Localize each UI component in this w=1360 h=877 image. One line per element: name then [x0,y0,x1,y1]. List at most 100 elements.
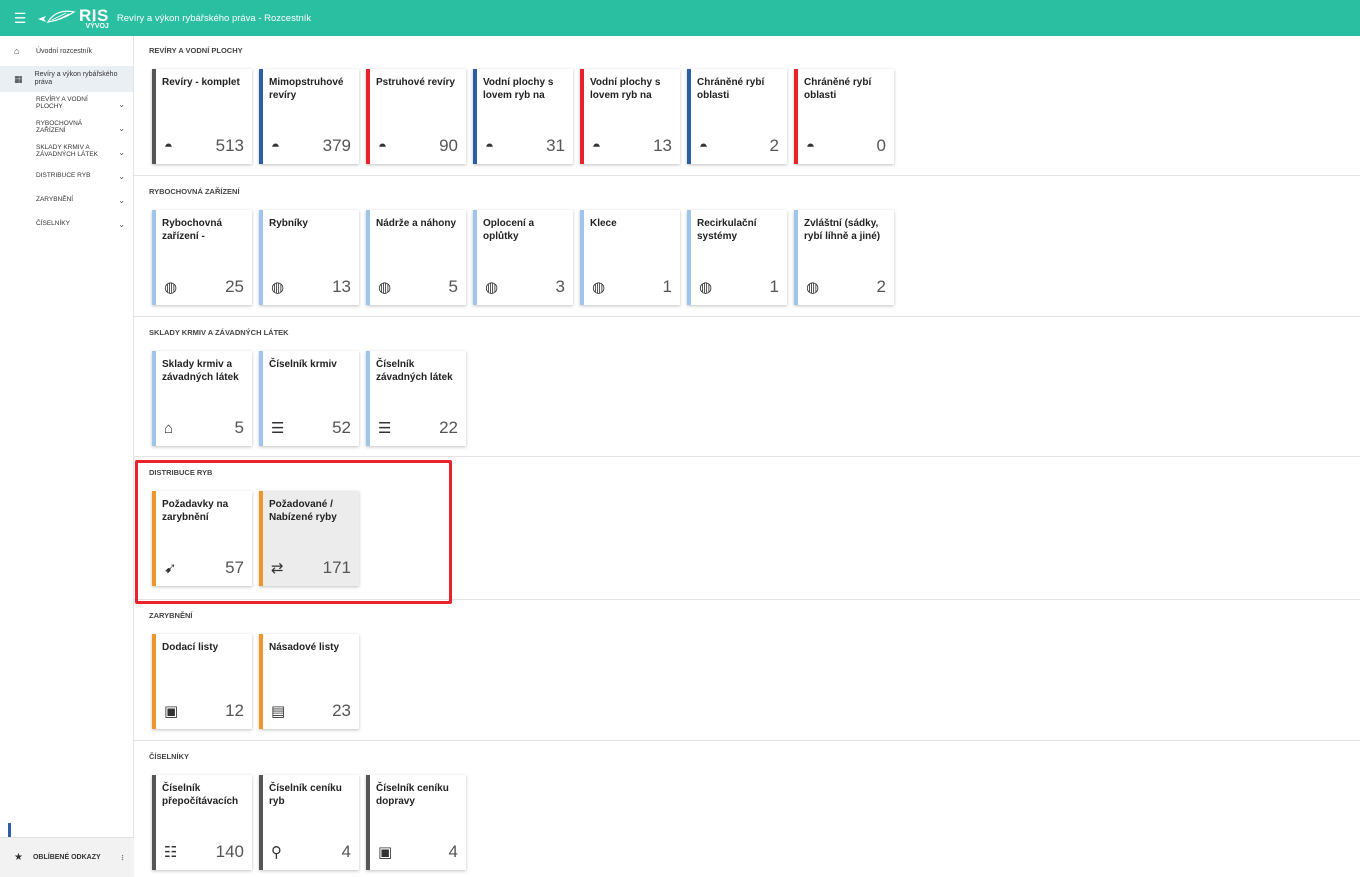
tile-label: Dodací listy [162,642,219,653]
hazard-list-icon: ☰ [378,420,392,437]
sidebar-item-reviry[interactable]: ▦ Revíry a výkon rybářského práva [0,66,133,92]
sidebar-item-section[interactable]: ČÍSELNÍKY ⌄ [0,212,133,236]
sidebar-item-label: ZARYBNĚNÍ [36,195,74,203]
top-bar: ☰ RIS VÝVOJ Revíry a výkon rybářského pr… [0,0,1360,36]
dashboard-tile[interactable]: Rybochovná zařízení - ◍ 25 [152,210,252,305]
favorites-bar[interactable]: ★ OBLÍBENÉ ODKAZY ⋮ [0,837,134,877]
fish-circle-icon: ◍ [378,279,392,296]
dashboard-tile[interactable]: Zvláštní (sádky, rybí líhně a jiné) ◍ 2 [794,210,894,305]
feed-list-icon: ☰ [271,420,285,437]
dashboard-tile[interactable]: Sklady krmiv a závadných látek ⌂ 5 [152,351,252,446]
tile-count: 13 [653,136,672,155]
dashboard-tile[interactable]: Pstruhové revíry ◓ 90 [366,69,466,164]
chevron-down-icon: ⌄ [118,123,125,133]
fish-circle-icon: ◍ [699,279,713,296]
tile-count: 513 [215,136,244,155]
sidebar-item-label: Revíry a výkon rybářského práva [34,71,118,86]
dashboard-tile[interactable]: Chráněné rybí oblasti ◓ 2 [687,69,787,164]
sidebar-item-section[interactable]: REVÍRY A VODNÍ PLOCHY ⌄ [0,92,133,116]
app-logo[interactable]: RIS VÝVOJ [36,7,109,30]
tile-count: 23 [332,701,351,720]
sidebar-item-label: RYBOCHOVNÁ ZAŘÍZENÍ [36,120,83,134]
tile-label: Recirkulační systémy [697,218,757,242]
highlight-box [135,460,452,604]
sidebar-item-section[interactable]: RYBOCHOVNÁ ZAŘÍZENÍ ⌄ [0,116,133,140]
tile-count: 0 [876,136,886,155]
dashboard-tile[interactable]: Číselník ceníku dopravy ▣ 4 [366,775,466,870]
tile-count: 379 [322,136,351,155]
tile-count: 12 [225,701,244,720]
fish-circle-icon: ◍ [592,279,606,296]
favorites-label: OBLÍBENÉ ODKAZY [32,854,101,861]
logo-title: RIS [79,5,109,25]
price-transport-icon: ▣ [378,844,393,861]
section-title: ZARYBNĚNÍ [149,611,193,620]
tile-label: Mimopstruhové revíry [269,77,344,101]
sidebar-item-home[interactable]: ⌂ Úvodní rozcestník [0,36,133,66]
tile-label: Vodní plochy s lovem ryb na [590,77,661,101]
dashboard-tile[interactable]: Recirkulační systémy ◍ 1 [687,210,787,305]
tile-label: Chráněné rybí oblasti [697,77,765,101]
tile-label: Číselník ceníku dopravy [376,783,449,807]
fish-logo-icon [38,10,76,23]
dashboard-tile[interactable]: Vodní plochy s lovem ryb na ◓ 13 [580,69,680,164]
water-icon: ◓ [271,138,281,155]
water-icon: ◓ [592,138,602,155]
chevron-down-icon: ⌄ [118,195,125,205]
dashboard-tile[interactable]: Mimopstruhové revíry ◓ 379 [259,69,359,164]
dashboard-tile[interactable]: Číselník ceníku ryb ⚲ 4 [259,775,359,870]
chevron-down-icon: ⌄ [118,99,125,109]
chevron-down-icon: ⌄ [118,171,125,181]
sidebar-item-section[interactable]: DISTRIBUCE RYB ⌄ [0,164,133,188]
tile-label: Číselník krmiv [269,359,337,370]
sidebar-item-section[interactable]: ZARYBNĚNÍ ⌄ [0,188,133,212]
dashboard-tile[interactable]: Vodní plochy s lovem ryb na ◓ 31 [473,69,573,164]
tile-label: Zvláštní (sádky, rybí líhně a jiné) [804,218,881,242]
dashboard-tile[interactable]: Chráněné rybí oblasti ◓ 0 [794,69,894,164]
sidebar-item-section[interactable]: SKLADY KRMIV A ZÁVADNÝCH LÁTEK ⌄ [0,140,133,164]
more-vertical-icon[interactable]: ⋮ [119,854,126,862]
tile-label: Oplocení a oplůtky [483,218,535,242]
tile-label: Násadové listy [269,642,340,653]
tile-count: 5 [448,277,458,296]
dashboard-tile[interactable]: Číselník závadných látek ☰ 22 [366,351,466,446]
water-icon: ◓ [378,138,388,155]
fish-circle-icon: ◍ [806,279,820,296]
water-icon: ◓ [485,138,495,155]
tile-count: 5 [234,418,244,437]
dashboard-tile[interactable]: Klece ◍ 1 [580,210,680,305]
dashboard-tile[interactable]: Rybníky ◍ 13 [259,210,359,305]
star-icon: ★ [14,852,23,863]
sidebar-item-label: DISTRIBUCE RYB [36,171,91,179]
tile-count: 31 [546,136,565,155]
section-divider [134,740,1360,741]
section-title: ČÍSELNÍKY [149,752,190,761]
dashboard-tile[interactable]: Dodací listy ▣ 12 [152,634,252,729]
tile-label: Chráněné rybí oblasti [804,77,872,101]
dashboard-tile[interactable]: Číselník přepočítávacích ☷ 140 [152,775,252,870]
dashboard-icon: ▦ [14,73,23,84]
section-divider [134,316,1360,317]
dashboard-tile[interactable]: Násadové listy ▤ 23 [259,634,359,729]
home-icon: ⌂ [14,46,20,56]
tile-count: 3 [555,277,565,296]
tile-label: Číselník závadných látek [376,359,453,383]
tile-label: Pstruhové revíry [376,77,455,88]
conversion-list-icon: ☷ [164,844,178,861]
environment-label: VÝVOJ [85,22,109,30]
tile-count: 1 [769,277,779,296]
fish-circle-icon: ◍ [485,279,499,296]
dashboard-tile[interactable]: Revíry - komplet ◓ 513 [152,69,252,164]
dashboard-tile[interactable]: Číselník krmiv ☰ 52 [259,351,359,446]
dashboard-tile[interactable]: Nádrže a náhony ◍ 5 [366,210,466,305]
tile-count: 52 [332,418,351,437]
tile-label: Rybochovná zařízení - [162,218,223,242]
tile-label: Klece [590,218,617,229]
sidebar-item-label: SKLADY KRMIV A ZÁVADNÝCH LÁTEK [36,144,99,158]
hamburger-icon[interactable]: ☰ [6,0,34,36]
warehouse-icon: ⌂ [164,420,174,437]
dashboard-tile[interactable]: Oplocení a oplůtky ◍ 3 [473,210,573,305]
dashboard-main: REVÍRY A VODNÍ PLOCHY Revíry - komplet ◓ 51… [134,36,1360,877]
fish-circle-icon: ◍ [271,279,285,296]
tile-label: Revíry - komplet [162,77,240,88]
